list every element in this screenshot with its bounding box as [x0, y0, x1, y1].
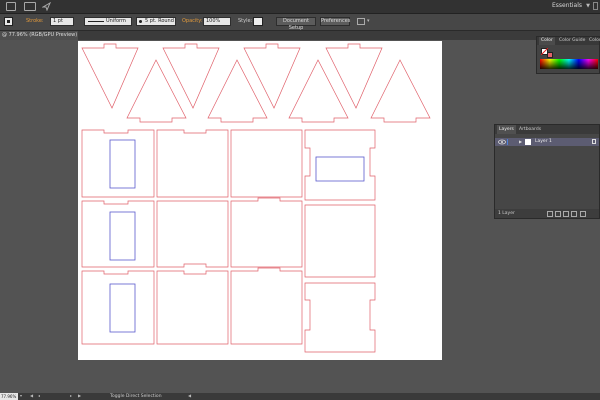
last-artboard-icon[interactable]: ▶ — [78, 393, 81, 398]
status-bar: 77.96% ▾ ◀ ◂ ▸ ▶ Toggle Direct Selection… — [0, 393, 600, 400]
layer-row[interactable]: ▶ Layer 1 — [495, 138, 599, 146]
triangle-piece — [325, 43, 383, 109]
status-menu-icon[interactable]: ◀ — [188, 393, 191, 398]
layers-panel-footer: 1 Layer — [495, 209, 599, 218]
color-spectrum[interactable] — [540, 59, 598, 69]
square-piece — [156, 200, 229, 268]
locate-object-icon[interactable] — [547, 211, 553, 217]
tab-layers[interactable]: Layers — [497, 125, 516, 134]
square-piece — [304, 282, 376, 353]
tab-artboards[interactable]: Artboards — [517, 125, 543, 134]
square-piece — [156, 270, 229, 345]
layer-thumbnail — [525, 139, 531, 145]
next-artboard-icon[interactable]: ▸ — [70, 393, 72, 398]
window-cutout — [315, 156, 365, 182]
new-sublayer-icon[interactable] — [563, 211, 569, 217]
triangle-piece — [162, 43, 220, 109]
layers-panel: Layers Artboards ▶ Layer 1 1 Layer — [494, 124, 600, 219]
trash-icon[interactable] — [580, 211, 586, 217]
eye-icon[interactable] — [498, 139, 506, 145]
layer-name[interactable]: Layer 1 — [535, 139, 552, 144]
stroke-color-swatch[interactable] — [547, 52, 553, 58]
triangle-piece — [370, 59, 431, 123]
triangle-pieces-bottom[interactable] — [126, 59, 431, 123]
clipping-mask-icon[interactable] — [555, 211, 561, 217]
square-piece — [304, 129, 376, 201]
square-piece — [230, 267, 303, 345]
triangle-piece — [288, 59, 349, 123]
square-piece — [230, 129, 303, 198]
window-cutout — [109, 211, 136, 261]
square-pieces[interactable] — [81, 129, 376, 353]
color-panel-tabbar: Color Color Guide Color — [537, 37, 600, 45]
target-icon[interactable] — [592, 139, 596, 144]
triangle-piece — [243, 43, 301, 109]
color-panel: Color Color Guide Color — [536, 36, 600, 74]
layer-count: 1 Layer — [498, 211, 515, 216]
triangle-piece — [126, 59, 187, 123]
window-cutout — [109, 283, 136, 333]
window-cutout — [109, 139, 136, 189]
zoom-dropdown-icon[interactable]: ▾ — [20, 393, 22, 398]
square-piece — [81, 200, 155, 268]
square-piece — [81, 270, 155, 345]
tab-color-guide[interactable]: Color Guide — [557, 37, 587, 45]
triangle-pieces-top[interactable] — [81, 43, 383, 109]
zoom-field[interactable]: 77.96% — [0, 393, 18, 400]
tab-color-alt[interactable]: Color — [587, 37, 600, 45]
current-tool-label: Toggle Direct Selection — [110, 394, 162, 399]
triangle-piece — [81, 43, 139, 109]
expand-arrow-icon[interactable]: ▶ — [519, 139, 522, 144]
previous-artboard-icon[interactable]: ◂ — [38, 393, 40, 398]
square-piece — [304, 204, 376, 278]
new-layer-icon[interactable] — [571, 211, 577, 217]
square-piece — [156, 129, 229, 198]
window-cutouts[interactable] — [109, 139, 365, 333]
square-piece — [230, 197, 303, 268]
tab-color[interactable]: Color — [539, 37, 555, 45]
triangle-piece — [207, 59, 268, 123]
first-artboard-icon[interactable]: ◀ — [30, 393, 33, 398]
layer-color-bar — [507, 139, 508, 145]
layers-panel-tabbar: Layers Artboards — [495, 125, 599, 134]
